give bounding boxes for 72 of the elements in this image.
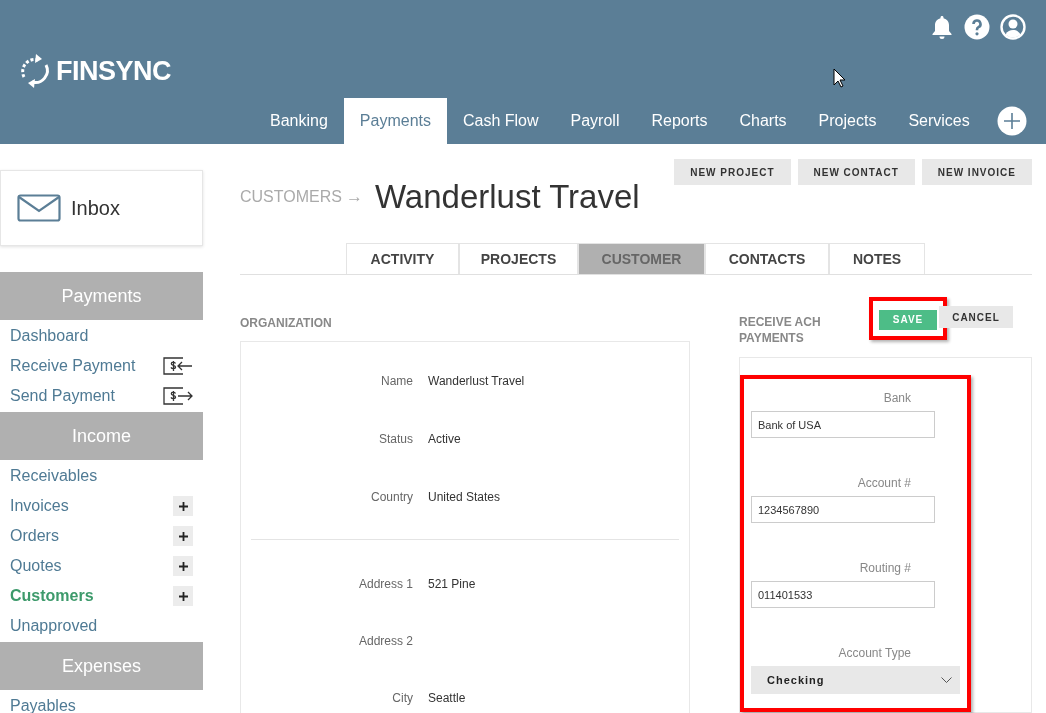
cash-out-icon: [163, 387, 193, 405]
field-value: 521 Pine: [428, 575, 476, 593]
inbox-label: Inbox: [71, 196, 120, 221]
cancel-button[interactable]: CANCEL: [939, 306, 1013, 328]
input-field[interactable]: 011401533: [751, 581, 935, 608]
envelope-icon: [17, 194, 61, 222]
chevron-down-icon: [941, 677, 952, 683]
field-label: City: [391, 689, 413, 707]
sidebar-item[interactable]: Orders: [10, 524, 59, 548]
sidebar-section-header: Payments: [0, 272, 203, 320]
sidebar-item[interactable]: Send Payment: [10, 384, 115, 408]
field-label: Address 1: [357, 575, 413, 593]
nav-tab[interactable]: Payments: [343, 98, 447, 144]
add-circle-icon[interactable]: [997, 106, 1027, 136]
notification-bell-icon[interactable]: [930, 14, 954, 40]
field-value: United States: [428, 489, 501, 506]
action-button[interactable]: NEW INVOICE: [921, 159, 1032, 185]
field-label: Name: [380, 373, 413, 390]
sidebar-section-header: Income: [0, 412, 203, 460]
sidebar-item[interactable]: Invoices: [10, 494, 69, 518]
action-button[interactable]: NEW PROJECT: [674, 159, 791, 185]
sidebar-item[interactable]: Unapproved: [10, 614, 98, 638]
field-label: Account #: [856, 475, 911, 492]
nav-tab[interactable]: Services: [892, 98, 986, 144]
field-label: Bank: [882, 390, 911, 407]
sidebar-section-header: Expenses: [0, 642, 203, 690]
logo-text: FINSYNC: [56, 54, 171, 88]
tab[interactable]: ACTIVITY: [346, 243, 459, 274]
nav-tab[interactable]: Banking: [254, 98, 344, 144]
cash-in-icon: [163, 357, 193, 375]
field-label: Routing #: [858, 560, 911, 577]
field-value: Seattle: [428, 689, 466, 707]
add-button[interactable]: [173, 586, 193, 606]
nav-tab[interactable]: Projects: [802, 98, 893, 144]
account-type-dropdown[interactable]: Checking: [751, 666, 960, 694]
sidebar-item[interactable]: Customers: [10, 584, 94, 608]
section-heading: ORGANIZATION: [240, 315, 333, 330]
field-label: Status: [377, 431, 413, 448]
plus-icon: [178, 591, 188, 601]
breadcrumb-separator: →: [345, 186, 363, 209]
sidebar-item[interactable]: Receivables: [10, 464, 98, 488]
nav-tab[interactable]: Payroll: [554, 98, 636, 144]
page-title: Wanderlust Travel: [374, 177, 640, 217]
tab[interactable]: NOTES: [829, 243, 925, 274]
field-label: Account Type: [837, 645, 911, 662]
add-button[interactable]: [173, 526, 193, 546]
plus-icon: [178, 561, 188, 571]
user-avatar-icon[interactable]: [1000, 14, 1026, 40]
input-field[interactable]: Bank of USA: [751, 411, 935, 438]
tab[interactable]: PROJECTS: [459, 243, 578, 274]
field-value: Active: [428, 431, 461, 448]
sidebar-item[interactable]: Dashboard: [10, 324, 89, 348]
plus-icon: [178, 501, 188, 511]
field-label: Country: [369, 489, 413, 506]
help-icon[interactable]: [964, 14, 990, 40]
sidebar-item[interactable]: Receive Payment: [10, 354, 136, 378]
input-field[interactable]: 1234567890: [751, 496, 935, 523]
mouse-cursor-icon: [833, 68, 846, 88]
plus-icon: [178, 531, 188, 541]
action-button[interactable]: NEW CONTACT: [797, 159, 915, 185]
add-button[interactable]: [173, 496, 193, 516]
sidebar-item[interactable]: Quotes: [10, 554, 62, 578]
field-value: Wanderlust Travel: [428, 373, 525, 390]
tab[interactable]: CONTACTS: [705, 243, 829, 274]
field-label: Address 2: [357, 632, 413, 650]
inbox-card[interactable]: Inbox: [0, 170, 203, 246]
nav-tab[interactable]: Charts: [723, 98, 803, 144]
nav-tab[interactable]: Reports: [635, 98, 724, 144]
nav-tab[interactable]: Cash Flow: [446, 98, 555, 144]
add-button[interactable]: [173, 556, 193, 576]
tab[interactable]: CUSTOMER: [578, 243, 705, 274]
section-heading: RECEIVE ACH PAYMENTS: [739, 314, 822, 346]
